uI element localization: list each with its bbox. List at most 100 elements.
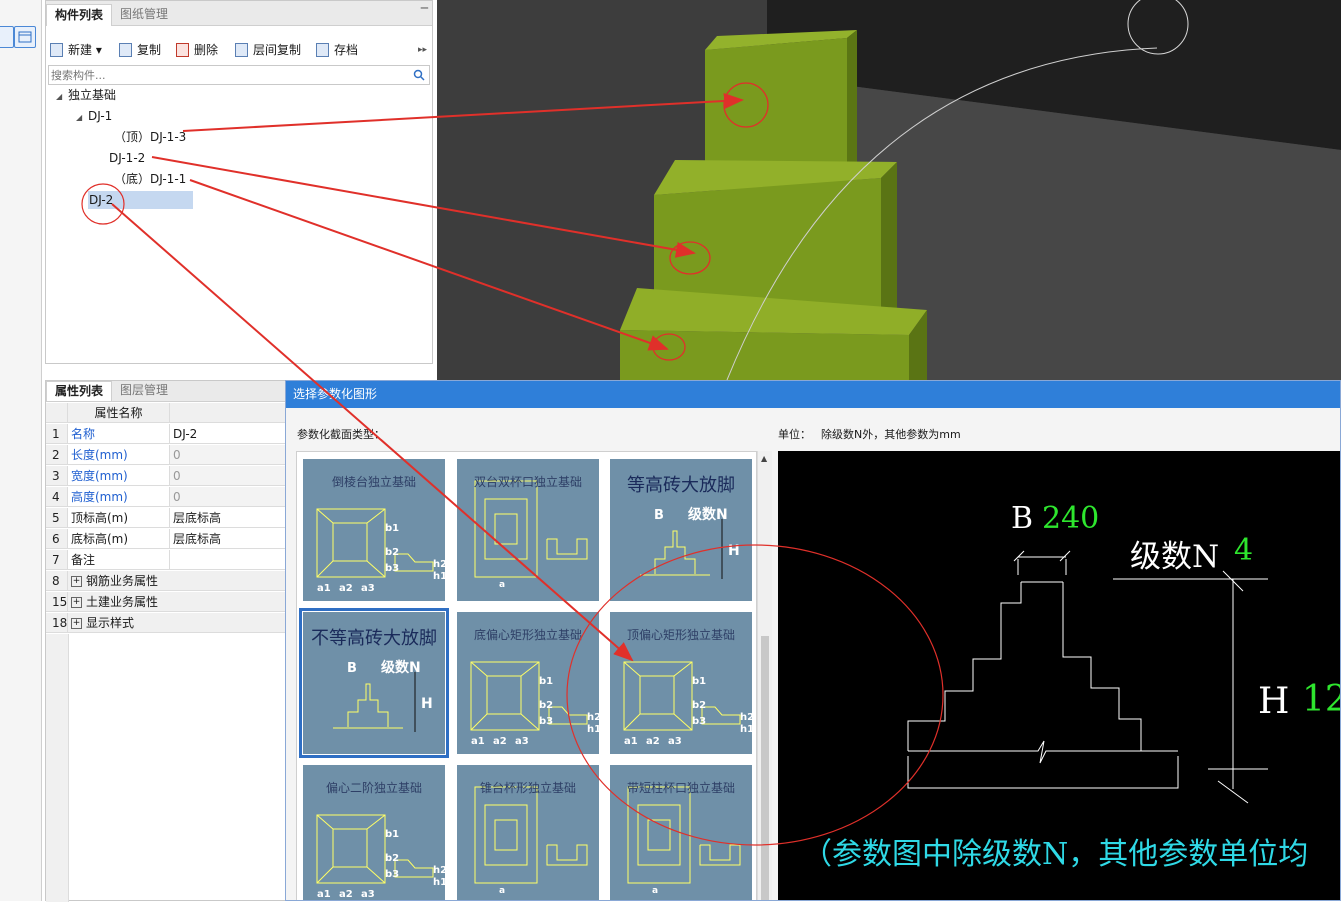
thumb-title: 不等高砖大放脚: [311, 628, 437, 649]
row-number: 18: [46, 613, 68, 633]
thumb-dim-label: a: [652, 886, 658, 896]
tab-component-list[interactable]: 构件列表: [46, 4, 113, 26]
panel-toggle-icon[interactable]: [14, 26, 36, 48]
group-label: 显示样式: [86, 616, 135, 630]
thumbnail-scrollbar[interactable]: ▲: [757, 451, 772, 900]
preview-h-value[interactable]: 12: [1302, 679, 1340, 720]
component-search-box: [48, 65, 430, 85]
tab-property-list[interactable]: 属性列表: [46, 381, 113, 401]
preview-n-value[interactable]: 4: [1234, 533, 1253, 568]
thumb-dim-label: a2: [339, 583, 353, 594]
thumb-dim-label: 级数N: [688, 506, 728, 523]
shape-thumbnail[interactable]: b1 b2 b3 h2h1 a1 a2 a3 顶偏心矩形独立基础: [610, 612, 752, 754]
scroll-thumb[interactable]: [761, 636, 769, 900]
thumb-dim-label: b2: [385, 547, 399, 558]
thumb-dim-label: b1: [692, 676, 706, 687]
section-type-label: 参数化截面类型：: [297, 428, 385, 441]
thumb-dim-label: a3: [361, 889, 375, 900]
thumb-dim-label: b3: [385, 563, 399, 574]
property-name-cell: 宽度(mm): [68, 466, 170, 486]
row-number: 6: [46, 529, 68, 549]
thumb-dim-label: b3: [692, 716, 706, 727]
shape-thumbnail[interactable]: b1 b2 b3 h2h1 a1 a2 a3 倒棱台独立基础: [303, 459, 445, 601]
pin-icon[interactable]: ─: [421, 1, 428, 15]
row-gutter: [46, 634, 69, 902]
preview-b-value[interactable]: 240: [1042, 501, 1099, 536]
unit-text: 除级数N外，其他参数为mm: [821, 428, 961, 441]
thumb-title: 双台双杯口独立基础: [473, 475, 582, 489]
dialog-title: 选择参数化图形: [286, 381, 1340, 408]
expand-plus-icon[interactable]: +: [71, 597, 82, 608]
copy-icon: [119, 43, 132, 57]
more-icon[interactable]: ▸▸: [418, 41, 427, 59]
thumb-dim-label: a1: [317, 889, 331, 900]
thumb-dim-label: H: [421, 696, 433, 712]
thumb-dim-label: B: [654, 508, 664, 523]
expand-arrow-icon[interactable]: ◢: [56, 88, 68, 106]
copy-button[interactable]: 复制: [119, 41, 161, 59]
shape-thumbnail[interactable]: b1 b2 b3 h2h1 a1 a2 a3 偏心二阶独立基础: [303, 765, 445, 900]
thumb-title: 带短柱杯口独立基础: [626, 781, 735, 795]
thumb-dim-label: B: [347, 661, 357, 676]
thumb-dim-label: h2: [433, 865, 445, 876]
component-list-panel: 构件列表 图纸管理 ─ 新建 ▾ 复制 删除 层间复制 存档 ▸▸ ◢独立基础 …: [45, 0, 433, 364]
search-icon[interactable]: [413, 69, 425, 81]
row-number: 3: [46, 466, 68, 486]
left-tool-strip: [0, 0, 42, 901]
thumb-dim-label: h2: [587, 712, 599, 723]
tree-label: DJ-1: [88, 109, 113, 123]
property-name-cell: 备注: [68, 550, 170, 570]
shape-thumbnail[interactable]: a 双台双杯口独立基础: [457, 459, 599, 601]
thumb-dim-label: b1: [385, 829, 399, 840]
thumb-dim-label: H: [728, 543, 740, 559]
expand-plus-icon[interactable]: +: [71, 576, 82, 587]
preview-n-label: 级数N: [1130, 539, 1220, 575]
new-label: 新建: [68, 43, 93, 57]
expand-arrow-icon[interactable]: ◢: [76, 109, 88, 127]
thumb-dim-label: b1: [385, 523, 399, 534]
header-name-cell: 属性名称: [68, 403, 170, 423]
tree-node-dj1[interactable]: ◢ DJ-1: [76, 107, 112, 125]
delete-button[interactable]: 删除: [176, 41, 218, 59]
select-parametric-shape-dialog: 选择参数化图形 参数化截面类型： 单位： 除级数N外，其他参数为mm b1 b2 b…: [285, 380, 1341, 901]
shape-thumbnail[interactable]: a 带短柱杯口独立基础: [610, 765, 752, 900]
unit-label: 单位：: [778, 428, 811, 441]
3d-viewport[interactable]: [437, 0, 1341, 380]
property-name-cell: 高度(mm): [68, 487, 170, 507]
collapse-icon[interactable]: [0, 26, 14, 48]
scroll-up-icon[interactable]: ▲: [761, 454, 767, 463]
row-number: 2: [46, 445, 68, 465]
thumb-dim-label: b2: [539, 700, 553, 711]
thumb-title: 锥台杯形独立基础: [479, 781, 576, 795]
save-icon: [316, 43, 329, 57]
thumb-dim-label: a2: [339, 889, 353, 900]
component-toolbar: 新建 ▾ 复制 删除 层间复制 存档 ▸▸: [46, 37, 432, 61]
shape-thumbnail[interactable]: B 级数N H 等高砖大放脚: [610, 459, 752, 601]
tab-layer-management[interactable]: 图层管理: [112, 381, 176, 400]
floor-copy-button[interactable]: 层间复制: [235, 41, 301, 59]
expand-plus-icon[interactable]: +: [71, 618, 82, 629]
thumb-dim-label: a1: [624, 736, 638, 747]
tree-node-isolated-foundation[interactable]: ◢ 独立基础: [56, 86, 116, 104]
tree-node-dj11[interactable]: （底）DJ-1-1: [114, 170, 186, 188]
tab-drawing-management[interactable]: 图纸管理: [112, 4, 176, 25]
tree-node-dj13[interactable]: （顶）DJ-1-3: [114, 128, 186, 146]
thumb-dim-label: h2: [433, 559, 445, 570]
row-number: 7: [46, 550, 68, 570]
thumb-title: 等高砖大放脚: [627, 475, 735, 496]
shape-thumbnail[interactable]: B 级数N H 不等高砖大放脚: [299, 608, 449, 758]
search-input[interactable]: [49, 66, 393, 84]
shape-thumbnail[interactable]: a 锥台杯形独立基础: [457, 765, 599, 900]
shape-preview: B 240 级数N 4 H 12 （参数图中除级数N，其他参数单位均: [778, 451, 1340, 900]
preview-h-label: H: [1258, 681, 1290, 722]
thumb-dim-label: h1: [433, 877, 445, 888]
save-button[interactable]: 存档: [316, 41, 358, 59]
tree-node-dj12[interactable]: DJ-1-2: [109, 149, 145, 167]
thumb-dim-label: b3: [539, 716, 553, 727]
shape-thumbnail[interactable]: b1 b2 b3 h2h1 a1 a2 a3 底偏心矩形独立基础: [457, 612, 599, 754]
tree-node-dj2[interactable]: DJ-2: [88, 191, 193, 209]
new-button[interactable]: 新建 ▾: [50, 41, 102, 59]
thumb-dim-label: a3: [361, 583, 375, 594]
property-name-cell: 底标高(m): [68, 529, 170, 549]
row-number: 5: [46, 508, 68, 528]
